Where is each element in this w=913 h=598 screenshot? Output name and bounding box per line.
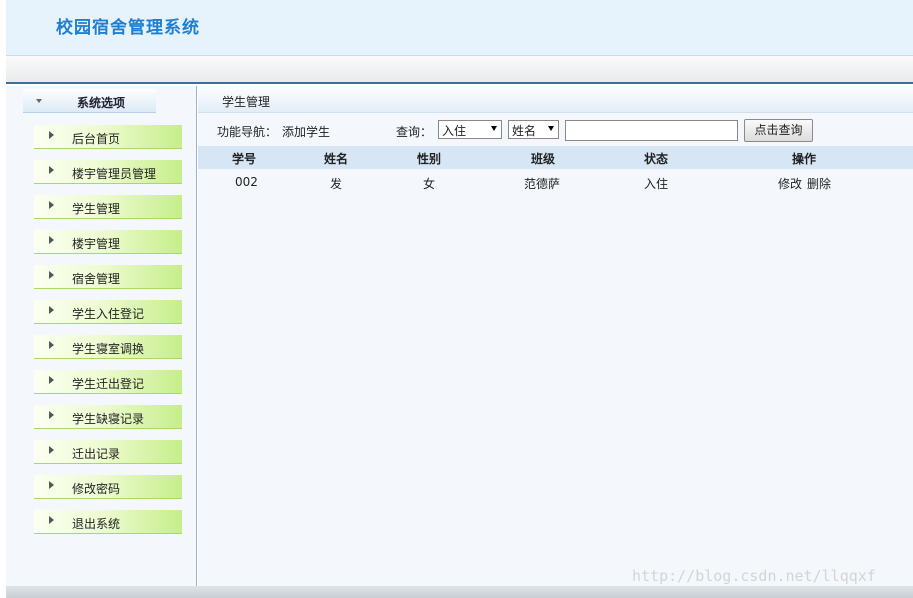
sidebar-item-change-password[interactable]: 修改密码: [34, 472, 182, 507]
column-header-gender: 性别: [417, 152, 442, 166]
sidebar-item-dorms[interactable]: 宿舍管理: [34, 262, 182, 297]
main-panel: 学生管理 功能导航： 添加学生 查询： 入住 姓名 点击查询 学号 姓名 性别 …: [198, 86, 913, 586]
caret-right-icon: [49, 271, 54, 279]
collapse-arrow-icon[interactable]: [36, 99, 42, 103]
sidebar-item-label[interactable]: 楼宇管理: [72, 235, 120, 252]
sidebar-item-logout[interactable]: 退出系统: [34, 507, 182, 542]
sidebar: 系统选项 后台首页 楼宇管理员管理 学生管理 楼宇管理 宿舍管理 学生入住登记 …: [6, 86, 197, 586]
caret-right-icon: [49, 446, 54, 454]
sidebar-item-checkin[interactable]: 学生入住登记: [34, 297, 182, 332]
status-select[interactable]: 入住: [438, 120, 502, 139]
sidebar-item-label[interactable]: 学生寝室调换: [72, 340, 144, 357]
sidebar-item-label[interactable]: 退出系统: [72, 515, 120, 532]
nav-label: 功能导航：: [217, 125, 278, 139]
column-header-class: 班级: [531, 152, 556, 166]
status-select-value: 入住: [442, 124, 467, 138]
column-header-status: 状态: [644, 152, 669, 166]
main-header: 学生管理: [198, 86, 913, 113]
caret-right-icon: [49, 481, 54, 489]
query-label: 查询：: [396, 125, 433, 139]
top-bar: [6, 56, 913, 84]
sidebar-item-checkout-records[interactable]: 迁出记录: [34, 437, 182, 472]
cell-status: 入住: [644, 177, 669, 191]
caret-right-icon: [49, 376, 54, 384]
toolbar: 功能导航： 添加学生 查询： 入住 姓名 点击查询: [198, 116, 913, 144]
dropdown-arrow-icon: [548, 126, 554, 131]
table-row: 002 发 女 范德萨 入住 修改 删除: [198, 171, 913, 193]
cell-gender: 女: [423, 177, 436, 191]
field-select-value: 姓名: [512, 124, 537, 138]
sidebar-item-label[interactable]: 学生入住登记: [72, 305, 144, 322]
sidebar-item-label[interactable]: 学生管理: [72, 200, 120, 217]
sidebar-item-label[interactable]: 学生缺寝记录: [72, 410, 144, 427]
caret-right-icon: [49, 166, 54, 174]
search-input[interactable]: [565, 120, 738, 141]
dropdown-arrow-icon: [491, 126, 497, 131]
sidebar-item-buildings[interactable]: 楼宇管理: [34, 227, 182, 262]
sidebar-item-checkout[interactable]: 学生迁出登记: [34, 367, 182, 402]
cell-name: 发: [330, 177, 343, 191]
watermark: http://blog.csdn.net/llqqxf: [632, 567, 876, 585]
sidebar-item-label[interactable]: 楼宇管理员管理: [72, 165, 156, 182]
add-student-link[interactable]: 添加学生: [282, 123, 330, 140]
sidebar-header[interactable]: 系统选项: [23, 89, 156, 113]
sidebar-item-label[interactable]: 修改密码: [72, 480, 120, 497]
cell-id: 002: [235, 175, 258, 189]
column-header-actions: 操作: [792, 152, 817, 166]
sidebar-header-label: 系统选项: [77, 96, 126, 110]
sidebar-item-label[interactable]: 学生迁出登记: [72, 375, 144, 392]
sidebar-item-label[interactable]: 后台首页: [72, 130, 120, 147]
sidebar-item-home[interactable]: 后台首页: [34, 122, 182, 157]
delete-link[interactable]: 删除: [807, 175, 831, 192]
sidebar-menu: 后台首页 楼宇管理员管理 学生管理 楼宇管理 宿舍管理 学生入住登记 学生寝室调…: [34, 122, 182, 542]
column-header-name: 姓名: [324, 152, 349, 166]
caret-right-icon: [49, 341, 54, 349]
caret-right-icon: [49, 236, 54, 244]
sidebar-item-room-swap[interactable]: 学生寝室调换: [34, 332, 182, 367]
sidebar-item-students[interactable]: 学生管理: [34, 192, 182, 227]
sidebar-item-absence[interactable]: 学生缺寝记录: [34, 402, 182, 437]
caret-right-icon: [49, 131, 54, 139]
caret-right-icon: [49, 411, 54, 419]
sidebar-item-label[interactable]: 宿舍管理: [72, 270, 120, 287]
app-title: 校园宿舍管理系统: [56, 18, 200, 38]
caret-right-icon: [49, 516, 54, 524]
app-header: 校园宿舍管理系统: [6, 0, 913, 56]
column-header-id: 学号: [232, 152, 257, 166]
field-select[interactable]: 姓名: [508, 120, 559, 139]
cell-class: 范德萨: [524, 177, 561, 191]
caret-right-icon: [49, 306, 54, 314]
sidebar-item-label[interactable]: 迁出记录: [72, 445, 120, 462]
sidebar-item-building-admins[interactable]: 楼宇管理员管理: [34, 157, 182, 192]
footer-bar: [6, 586, 913, 598]
table-header: 学号 姓名 性别 班级 状态 操作: [198, 146, 913, 169]
caret-right-icon: [49, 201, 54, 209]
search-button[interactable]: 点击查询: [744, 119, 813, 142]
page-title: 学生管理: [222, 95, 271, 109]
edit-link[interactable]: 修改: [778, 175, 802, 192]
